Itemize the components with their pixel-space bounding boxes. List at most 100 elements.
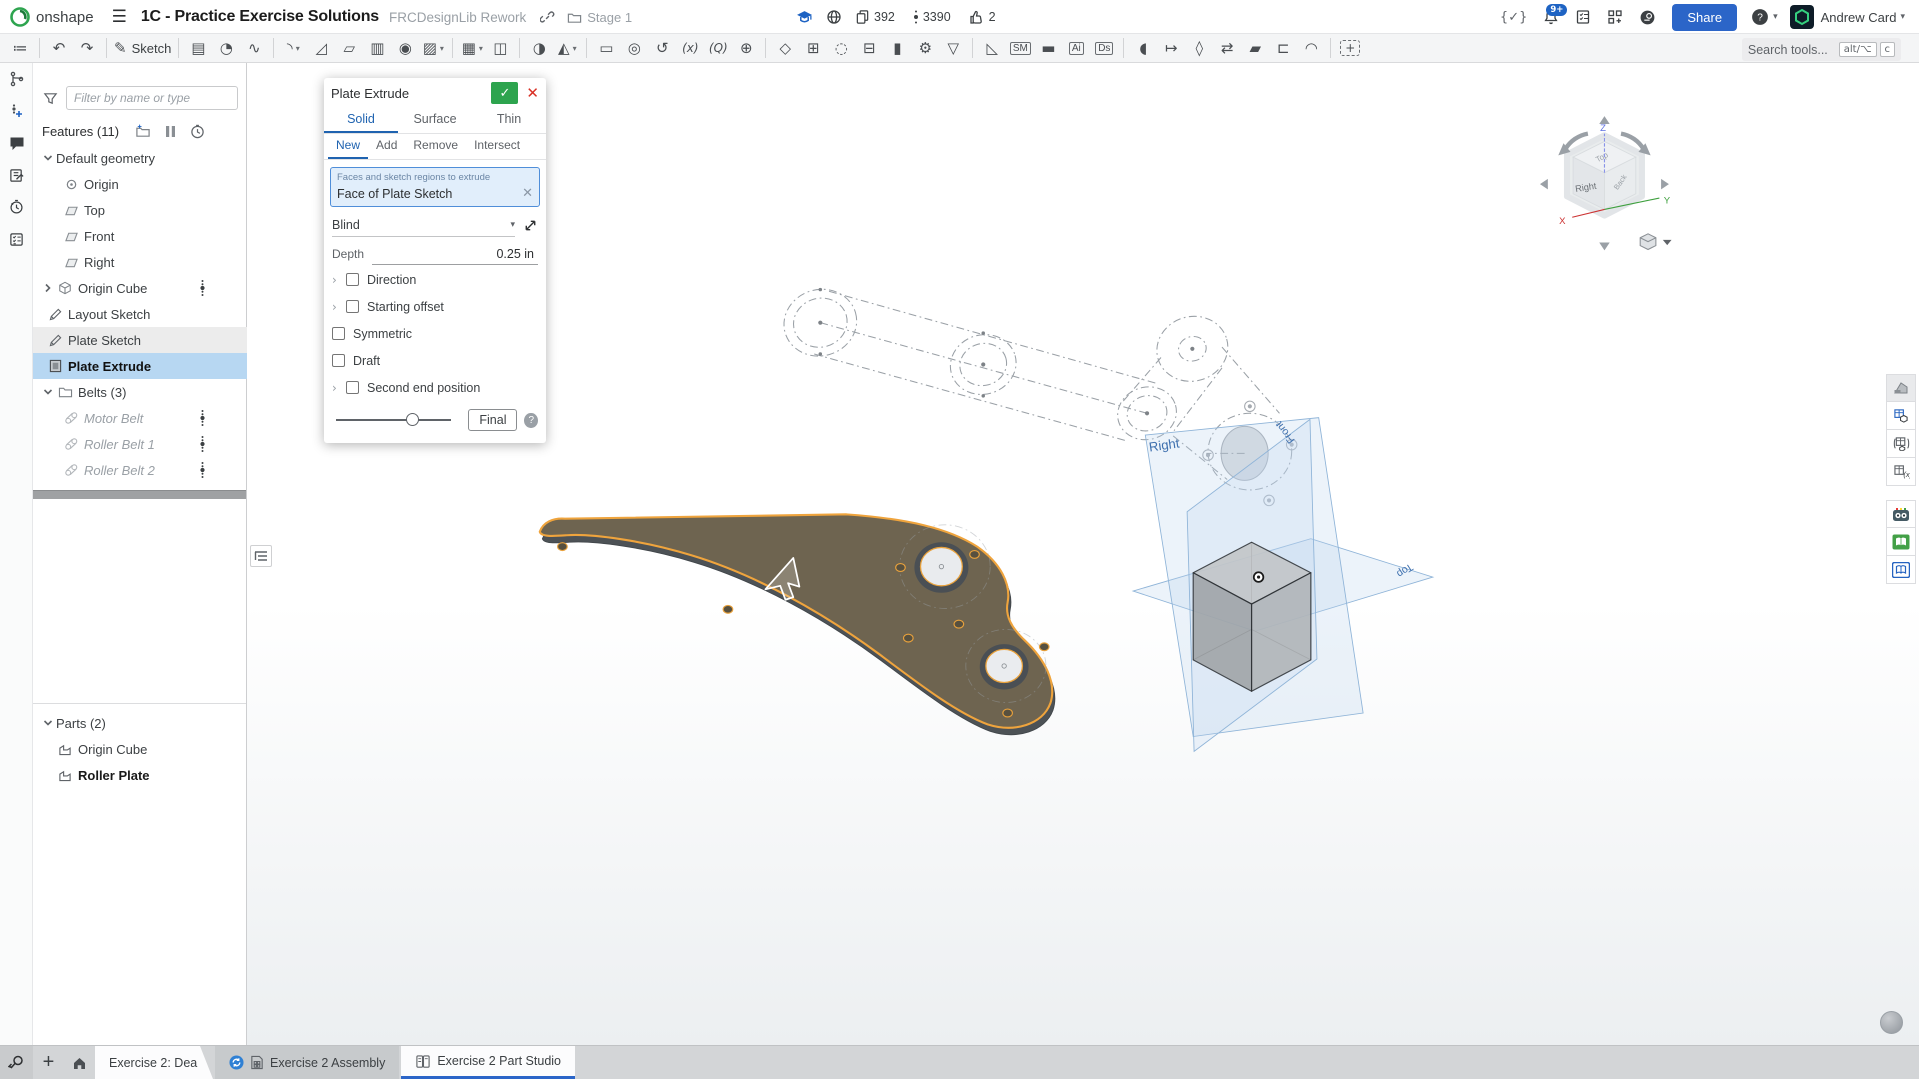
sketch-tool-button[interactable]: ✎Sketch (112, 36, 173, 61)
rollback-bar[interactable] (33, 490, 246, 499)
linear-pattern-caret-icon[interactable]: ▾ (479, 44, 483, 53)
plane-tool-button[interactable]: ▭ (592, 36, 620, 61)
history-icon[interactable] (0, 191, 33, 223)
feedback-code-icon[interactable]: {✓} (1500, 10, 1527, 25)
configurations-button[interactable] (1886, 430, 1916, 458)
dialog-op-tab-intersect[interactable]: Intersect (466, 134, 528, 159)
dialog-close-icon[interactable]: ✕ (526, 84, 539, 102)
rib-caret-icon[interactable]: ▾ (440, 44, 444, 53)
offset-surface-tool-button[interactable]: ⊏ (1269, 36, 1297, 61)
learning-center-button[interactable] (1886, 528, 1916, 556)
variable-tool-button[interactable]: (x) (676, 36, 704, 61)
chevron-down-icon[interactable] (40, 387, 56, 397)
apps-icon[interactable] (1607, 9, 1623, 25)
suppress-pause-icon[interactable] (165, 125, 176, 138)
public-globe-icon[interactable] (826, 9, 842, 25)
revolve-tool-button[interactable]: ◔ (212, 36, 240, 61)
feature-row-roller-belt-1[interactable]: Roller Belt 1 (33, 431, 247, 457)
move-face-tool-button[interactable]: ↦ (1157, 36, 1185, 61)
redo-tool-button[interactable]: ↷ (73, 36, 101, 61)
mirror-tool-button[interactable]: ◫ (486, 36, 514, 61)
insert-derived-tool-button[interactable]: + (1336, 36, 1364, 61)
changes-icon[interactable] (913, 9, 919, 25)
education-icon[interactable] (796, 9, 813, 26)
slider-handle[interactable] (406, 413, 419, 426)
extrude-tool-button[interactable]: ▤ (184, 36, 212, 61)
feature-statistics-icon[interactable] (0, 223, 33, 255)
feature-row-default-geometry[interactable]: Default geometry (33, 145, 247, 171)
tab-search-button[interactable] (0, 1046, 33, 1079)
share-button[interactable]: Share (1672, 4, 1737, 31)
undo-tool-button[interactable]: ↶ (45, 36, 73, 61)
delete-face-tool-button[interactable]: ◊ (1185, 36, 1213, 61)
documentation-button[interactable] (1886, 556, 1916, 584)
tab-exercise-2-assembly[interactable]: Exercise 2 Assembly (215, 1046, 399, 1079)
wrap-tool-button[interactable]: ◠ (1297, 36, 1325, 61)
dialog-tab-solid[interactable]: Solid (324, 108, 398, 133)
search-tools[interactable]: Search tools... alt/⌥ c (1742, 38, 1901, 61)
dialog-tab-thin[interactable]: Thin (472, 108, 546, 133)
boolean-tool-button[interactable]: ◑ (525, 36, 553, 61)
filter-input[interactable] (66, 86, 238, 110)
starting-offset-checkbox[interactable] (346, 300, 359, 313)
second-end-position-checkbox[interactable] (346, 381, 359, 394)
part-row-roller-plate[interactable]: Roller Plate (33, 762, 247, 788)
release-tasks-icon[interactable] (1575, 9, 1591, 25)
part-row-origin-cube[interactable]: Origin Cube (33, 736, 247, 762)
fill-tool-button[interactable]: ▰ (1241, 36, 1269, 61)
expand-chevron-icon[interactable]: › (332, 273, 346, 287)
curve-tool-button[interactable]: ◌ (827, 36, 855, 61)
expand-chevron-icon[interactable]: › (332, 300, 346, 314)
main-menu-icon[interactable]: ☰ (112, 7, 127, 27)
like-icon[interactable] (969, 9, 985, 25)
draft-checkbox[interactable] (332, 354, 345, 367)
follow-mode-icon[interactable] (0, 95, 33, 127)
feature-row-motor-belt[interactable]: Motor Belt (33, 405, 247, 431)
help-bubble[interactable] (1880, 1011, 1903, 1034)
direction-checkbox[interactable] (346, 273, 359, 286)
roller-plate-part[interactable] (540, 514, 1055, 734)
rollback-clock-icon[interactable] (190, 124, 205, 139)
feature-row-origin[interactable]: Origin (33, 171, 247, 197)
shell-tool-button[interactable]: ▥ (363, 36, 391, 61)
user-menu-caret-icon[interactable]: ▾ (1900, 12, 1905, 22)
origin-cube-part[interactable] (1193, 542, 1311, 691)
dialog-confirm-button[interactable]: ✓ (491, 82, 518, 104)
chamfer-tool-button[interactable]: ◿ (307, 36, 335, 61)
feature-row-belts-3-[interactable]: Belts (3) (33, 379, 247, 405)
feature-row-plate-extrude[interactable]: Plate Extrude (33, 353, 247, 379)
funnel-tool-button[interactable]: ▽ (939, 36, 967, 61)
tab-exercise-2-drawing[interactable]: Exercise 2: Dea (95, 1046, 213, 1079)
chevron-right-icon[interactable] (40, 283, 56, 293)
ai-helper-tool-button[interactable]: Ai (1062, 36, 1090, 61)
appearance-panel-button[interactable] (1886, 374, 1916, 402)
sweep-tool-button[interactable]: ∿ (240, 36, 268, 61)
feature-row-front[interactable]: Front (33, 223, 247, 249)
dialog-tab-surface[interactable]: Surface (398, 108, 472, 133)
link-icon[interactable] (540, 10, 555, 25)
user-name[interactable]: Andrew Card (1821, 10, 1897, 25)
feature-row-roller-belt-2[interactable]: Roller Belt 2 (33, 457, 247, 483)
rollback-handle-icon[interactable] (200, 461, 205, 479)
featurescript-robot-button[interactable] (1886, 500, 1916, 528)
filter-funnel-icon[interactable] (43, 91, 58, 106)
flip-direction-icon[interactable] (523, 218, 538, 233)
symmetric-checkbox[interactable] (332, 327, 345, 340)
dialog-op-tab-new[interactable]: New (328, 134, 368, 159)
block-tool-button[interactable]: ▮ (883, 36, 911, 61)
custom-feature-1-tool-button[interactable]: ⊞ (799, 36, 827, 61)
copies-icon[interactable] (855, 9, 870, 25)
mate-connector-tool-button[interactable]: ⊕ (732, 36, 760, 61)
final-button[interactable]: Final (468, 409, 517, 431)
parts-header-row[interactable]: Parts (2) (33, 710, 247, 736)
new-tab-button[interactable]: + (33, 1046, 64, 1079)
sheet-metal-tool-button[interactable]: ◺ (978, 36, 1006, 61)
expand-chevron-icon[interactable]: › (332, 381, 346, 395)
dialog-op-tab-remove[interactable]: Remove (405, 134, 466, 159)
gear-tool-button[interactable]: ⚙ (911, 36, 939, 61)
selection-box[interactable]: Faces and sketch regions to extrude Face… (330, 167, 540, 207)
onshape-logo-icon[interactable] (10, 7, 30, 27)
linear-pattern-tool-button[interactable]: ▦▾ (458, 36, 486, 61)
help-icon[interactable]: ? (1751, 8, 1769, 26)
thicken-tool-button[interactable]: ◖ (1129, 36, 1157, 61)
